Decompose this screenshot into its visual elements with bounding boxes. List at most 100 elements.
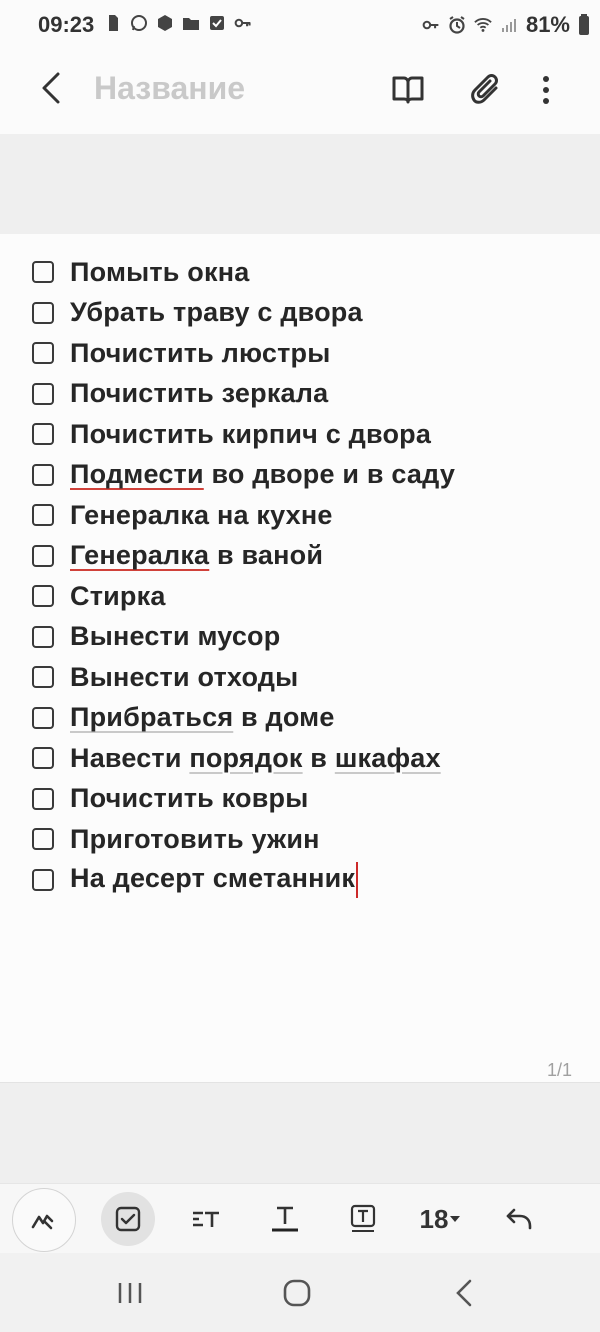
package-icon bbox=[158, 15, 172, 31]
checkbox[interactable] bbox=[32, 301, 54, 324]
item-text[interactable]: Приготовить ужин bbox=[70, 824, 320, 855]
checkbox[interactable] bbox=[32, 585, 54, 608]
handwriting-pen-button[interactable] bbox=[12, 1188, 76, 1252]
back-nav-icon[interactable] bbox=[446, 1273, 486, 1313]
recent-apps-icon[interactable] bbox=[110, 1273, 150, 1313]
checkbox[interactable] bbox=[32, 342, 54, 365]
back-arrow-icon[interactable] bbox=[34, 68, 74, 108]
checkbox[interactable] bbox=[32, 868, 54, 891]
checkbox[interactable] bbox=[32, 747, 54, 770]
item-text[interactable]: Почистить кирпич с двора bbox=[70, 419, 431, 450]
system-icons: 81% bbox=[422, 12, 590, 38]
text-box-icon bbox=[350, 1204, 376, 1232]
item-text[interactable]: Вынести отходы bbox=[70, 662, 298, 693]
whatsapp-icon bbox=[131, 15, 147, 31]
item-text-rest: в ваной bbox=[209, 540, 324, 571]
text-box-button[interactable] bbox=[336, 1192, 390, 1246]
more-options-icon[interactable] bbox=[526, 70, 566, 110]
checkbox[interactable] bbox=[32, 625, 54, 648]
note-app-bar: Название bbox=[0, 50, 600, 135]
status-bar: 09:23 81% bbox=[0, 0, 600, 50]
checkbox[interactable] bbox=[32, 706, 54, 729]
checklist-button[interactable] bbox=[101, 1192, 155, 1246]
checkbox[interactable] bbox=[32, 828, 54, 851]
text-format-button[interactable] bbox=[258, 1192, 312, 1246]
undo-icon bbox=[506, 1208, 532, 1230]
battery-percent: 81% bbox=[525, 12, 570, 37]
list-item: Стирка bbox=[32, 576, 455, 617]
note-page[interactable]: Помыть окна Убрать траву с двора Почисти… bbox=[0, 234, 600, 1083]
suggestion-word[interactable]: порядок bbox=[189, 743, 302, 773]
list-item: Убрать траву с двора bbox=[32, 293, 455, 334]
attach-paperclip-icon[interactable] bbox=[466, 70, 506, 110]
list-item: Почистить кирпич с двора bbox=[32, 414, 455, 455]
item-text[interactable]: Убрать траву с двора bbox=[70, 297, 363, 328]
spelling-error-word[interactable]: Генералка bbox=[70, 540, 209, 570]
item-text-value: На десерт сметанник bbox=[70, 862, 356, 893]
checkbox-icon bbox=[115, 1206, 141, 1232]
list-item: Вынести мусор bbox=[32, 617, 455, 658]
pen-icon bbox=[31, 1214, 54, 1230]
checklist: Помыть окна Убрать траву с двора Почисти… bbox=[32, 252, 455, 900]
undo-button[interactable] bbox=[493, 1192, 547, 1246]
status-time: 09:23 bbox=[38, 12, 95, 37]
item-text[interactable]: Подмести во дворе и в саду bbox=[70, 459, 455, 490]
checkbox[interactable] bbox=[32, 666, 54, 689]
list-item: Генералка в ваной bbox=[32, 536, 455, 577]
vpn-key-icon bbox=[422, 20, 439, 30]
item-text[interactable]: Почистить ковры bbox=[70, 783, 308, 814]
item-text[interactable]: Генералка в ваной bbox=[70, 540, 323, 571]
spelling-error-word[interactable]: Подмести bbox=[70, 459, 204, 489]
checkbox[interactable] bbox=[32, 787, 54, 810]
checkbox[interactable] bbox=[32, 544, 54, 567]
list-item: На десерт сметанник bbox=[32, 860, 455, 901]
system-navigation-bar bbox=[0, 1253, 600, 1332]
checkbox[interactable] bbox=[32, 382, 54, 405]
item-text[interactable]: Генералка на кухне bbox=[70, 500, 333, 531]
text-format-icon bbox=[272, 1206, 298, 1232]
list-item: Навести порядок в шкафах bbox=[32, 738, 455, 779]
list-item: Прибраться в доме bbox=[32, 698, 455, 739]
home-icon[interactable] bbox=[277, 1273, 317, 1313]
list-item: Генералка на кухне bbox=[32, 495, 455, 536]
suggestion-word[interactable]: Прибраться bbox=[70, 702, 233, 732]
suggestion-word[interactable]: шкафах bbox=[335, 743, 441, 773]
dropdown-arrow-icon bbox=[450, 1216, 461, 1222]
item-text[interactable]: Почистить зеркала bbox=[70, 378, 328, 409]
item-text-rest: во дворе и в саду bbox=[203, 459, 456, 490]
item-text[interactable]: Почистить люстры bbox=[70, 338, 331, 369]
paragraph-style-icon bbox=[193, 1211, 219, 1227]
item-text[interactable]: Прибраться в доме bbox=[70, 702, 335, 733]
paragraph-style-button[interactable] bbox=[179, 1192, 233, 1246]
font-size-value: 18 bbox=[419, 1203, 449, 1234]
alarm-icon bbox=[449, 16, 465, 34]
item-text[interactable]: Помыть окна bbox=[70, 257, 249, 288]
key-icon bbox=[234, 18, 251, 28]
item-text[interactable]: Стирка bbox=[70, 581, 166, 612]
item-text[interactable]: На десерт сметанник bbox=[70, 861, 359, 898]
checkbox[interactable] bbox=[32, 463, 54, 486]
editing-toolbar: 18 bbox=[0, 1183, 600, 1254]
folder-icon bbox=[183, 18, 199, 30]
task-check-icon bbox=[210, 16, 224, 30]
notification-icons bbox=[104, 14, 252, 32]
list-item: Помыть окна bbox=[32, 252, 455, 293]
list-item: Вынести отходы bbox=[32, 657, 455, 698]
checkbox[interactable] bbox=[32, 504, 54, 527]
page-indicator: 1/1 bbox=[546, 1060, 572, 1080]
signal-icon bbox=[501, 19, 516, 32]
checkbox[interactable] bbox=[32, 261, 54, 284]
page-top-margin bbox=[0, 134, 600, 234]
list-item: Приготовить ужин bbox=[32, 819, 455, 860]
item-text[interactable]: Навести порядок в шкафах bbox=[70, 743, 441, 774]
checkbox[interactable] bbox=[32, 423, 54, 446]
note-title-field[interactable]: Название bbox=[94, 70, 245, 107]
reading-mode-book-icon[interactable] bbox=[388, 70, 428, 110]
list-item: Почистить зеркала bbox=[32, 374, 455, 415]
text-caret bbox=[356, 861, 359, 898]
list-item: Почистить ковры bbox=[32, 779, 455, 820]
sim-card-icon bbox=[109, 15, 118, 31]
item-text[interactable]: Вынести мусор bbox=[70, 621, 280, 652]
font-size-dropdown[interactable]: 18 bbox=[408, 1192, 474, 1246]
page-bottom-margin bbox=[0, 1083, 600, 1183]
